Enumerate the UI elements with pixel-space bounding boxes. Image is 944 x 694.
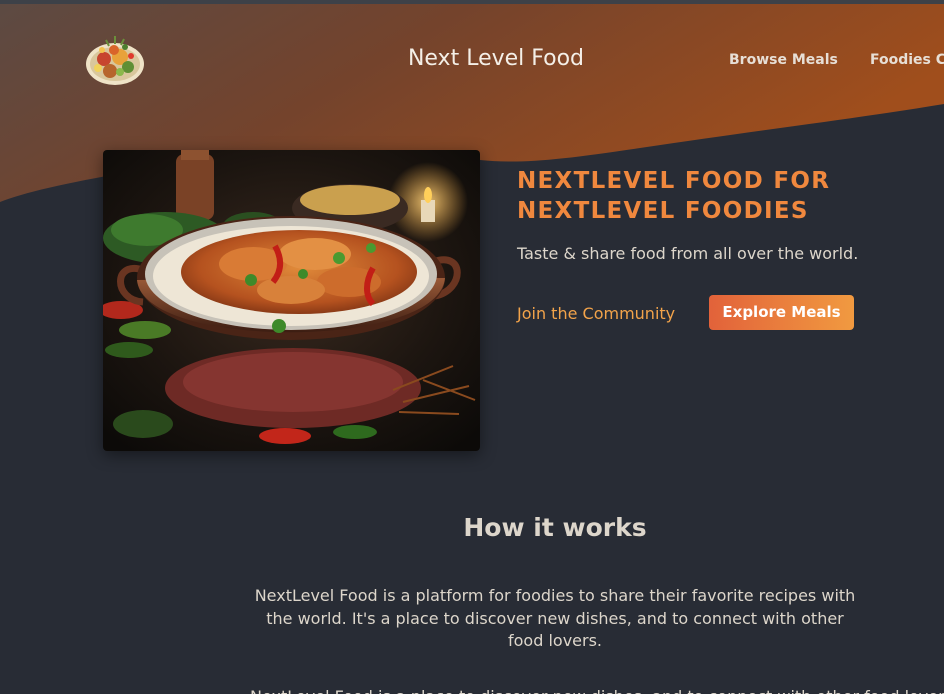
how-it-works-description-continued: NextLevel Food is a place to discover ne…: [250, 686, 944, 694]
how-it-works-title: How it works: [463, 513, 647, 542]
explore-meals-button[interactable]: Explore Meals: [709, 295, 854, 330]
join-community-link[interactable]: Join the Community: [517, 302, 675, 326]
food-plate-logo-icon: [86, 36, 144, 85]
curry-bowl-photo: [103, 150, 480, 451]
logo-link[interactable]: [84, 30, 146, 88]
hero-tagline: Taste & share food from all over the wor…: [517, 244, 859, 263]
hero-headline: NEXTLEVEL FOOD FOR NEXTLEVEL FOODIES: [517, 168, 831, 224]
nav-browse-meals[interactable]: Browse Meals: [729, 50, 838, 70]
hero-curry-image: [103, 150, 480, 451]
site-title[interactable]: Next Level Food: [395, 42, 597, 76]
how-it-works-description: NextLevel Food is a platform for foodies…: [254, 586, 856, 650]
page: Next Level Food Browse Meals Foodies Com…: [0, 0, 944, 694]
nav-foodies-community[interactable]: Foodies Community: [870, 50, 944, 70]
window-top-border: [0, 0, 944, 4]
